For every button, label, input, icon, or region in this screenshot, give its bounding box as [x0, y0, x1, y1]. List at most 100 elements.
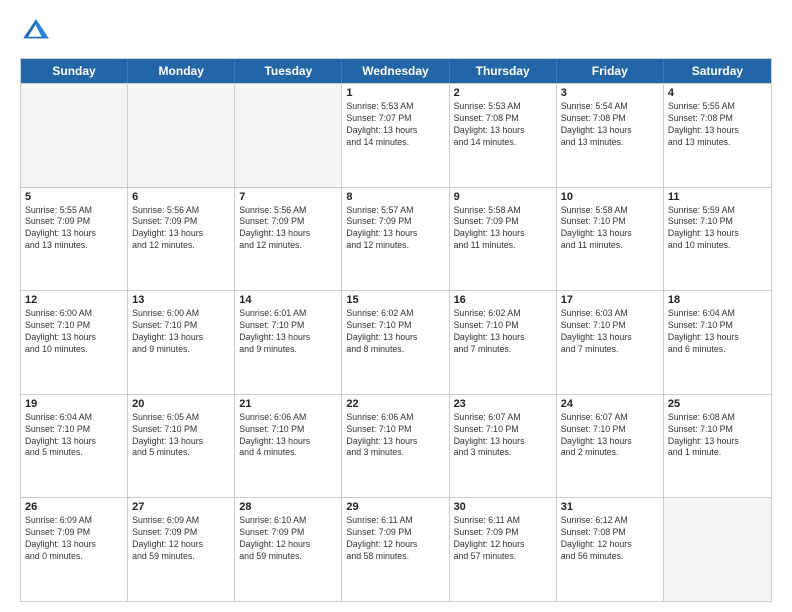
day-number: 20 — [132, 398, 230, 410]
header-day: Friday — [557, 59, 664, 83]
day-number: 11 — [668, 191, 767, 203]
cell-info: Sunrise: 5:57 AM Sunset: 7:09 PM Dayligh… — [346, 205, 444, 253]
day-number: 28 — [239, 501, 337, 513]
cell-info: Sunrise: 5:59 AM Sunset: 7:10 PM Dayligh… — [668, 205, 767, 253]
cell-info: Sunrise: 6:05 AM Sunset: 7:10 PM Dayligh… — [132, 412, 230, 460]
header-day: Saturday — [664, 59, 771, 83]
calendar-cell: 21 Sunrise: 6:06 AM Sunset: 7:10 PM Dayli… — [235, 395, 342, 498]
calendar-cell: 30 Sunrise: 6:11 AM Sunset: 7:09 PM Dayli… — [450, 498, 557, 601]
calendar-cell: 10 Sunrise: 5:58 AM Sunset: 7:10 PM Dayli… — [557, 188, 664, 291]
calendar-cell: 6 Sunrise: 5:56 AM Sunset: 7:09 PM Daylig… — [128, 188, 235, 291]
cell-info: Sunrise: 6:00 AM Sunset: 7:10 PM Dayligh… — [25, 308, 123, 356]
cell-info: Sunrise: 6:11 AM Sunset: 7:09 PM Dayligh… — [454, 515, 552, 563]
cell-info: Sunrise: 6:07 AM Sunset: 7:10 PM Dayligh… — [561, 412, 659, 460]
header-day: Monday — [128, 59, 235, 83]
day-number: 14 — [239, 294, 337, 306]
calendar: SundayMondayTuesdayWednesdayThursdayFrid… — [20, 58, 772, 602]
day-number: 16 — [454, 294, 552, 306]
calendar-cell: 28 Sunrise: 6:10 AM Sunset: 7:09 PM Dayli… — [235, 498, 342, 601]
cell-info: Sunrise: 5:56 AM Sunset: 7:09 PM Dayligh… — [132, 205, 230, 253]
cell-info: Sunrise: 6:04 AM Sunset: 7:10 PM Dayligh… — [25, 412, 123, 460]
day-number: 21 — [239, 398, 337, 410]
calendar-cell: 27Sunrise: 6:09 AM Sunset: 7:09 PM Dayli… — [128, 498, 235, 601]
calendar-cell: 17Sunrise: 6:03 AM Sunset: 7:10 PM Dayli… — [557, 291, 664, 394]
calendar-cell: 15Sunrise: 6:02 AM Sunset: 7:10 PM Dayli… — [342, 291, 449, 394]
page: SundayMondayTuesdayWednesdayThursdayFrid… — [0, 0, 792, 612]
cell-info: Sunrise: 6:09 AM Sunset: 7:09 PM Dayligh… — [132, 515, 230, 563]
day-number: 24 — [561, 398, 659, 410]
cell-info: Sunrise: 6:00 AM Sunset: 7:10 PM Dayligh… — [132, 308, 230, 356]
cell-info: Sunrise: 5:53 AM Sunset: 7:07 PM Dayligh… — [346, 101, 444, 149]
cell-info: Sunrise: 6:04 AM Sunset: 7:10 PM Dayligh… — [668, 308, 767, 356]
day-number: 9 — [454, 191, 552, 203]
header-day: Sunday — [21, 59, 128, 83]
cell-info: Sunrise: 6:01 AM Sunset: 7:10 PM Dayligh… — [239, 308, 337, 356]
header-day: Thursday — [450, 59, 557, 83]
cell-info: Sunrise: 6:10 AM Sunset: 7:09 PM Dayligh… — [239, 515, 337, 563]
calendar-cell: 16 Sunrise: 6:02 AM Sunset: 7:10 PM Dayli… — [450, 291, 557, 394]
header-day: Wednesday — [342, 59, 449, 83]
day-number: 18 — [668, 294, 767, 306]
cell-info: Sunrise: 5:55 AM Sunset: 7:08 PM Dayligh… — [668, 101, 767, 149]
calendar-cell — [664, 498, 771, 601]
calendar-row: 19Sunrise: 6:04 AM Sunset: 7:10 PM Dayli… — [21, 394, 771, 498]
calendar-cell: 7Sunrise: 5:56 AM Sunset: 7:09 PM Daylig… — [235, 188, 342, 291]
calendar-cell: 22 Sunrise: 6:06 AM Sunset: 7:10 PM Dayli… — [342, 395, 449, 498]
day-number: 15 — [346, 294, 444, 306]
day-number: 1 — [346, 87, 444, 99]
cell-info: Sunrise: 5:53 AM Sunset: 7:08 PM Dayligh… — [454, 101, 552, 149]
calendar-cell: 13 Sunrise: 6:00 AM Sunset: 7:10 PM Dayli… — [128, 291, 235, 394]
day-number: 3 — [561, 87, 659, 99]
day-number: 23 — [454, 398, 552, 410]
cell-info: Sunrise: 6:09 AM Sunset: 7:09 PM Dayligh… — [25, 515, 123, 563]
day-number: 4 — [668, 87, 767, 99]
cell-info: Sunrise: 5:58 AM Sunset: 7:10 PM Dayligh… — [561, 205, 659, 253]
calendar-cell: 29 Sunrise: 6:11 AM Sunset: 7:09 PM Dayli… — [342, 498, 449, 601]
calendar-cell: 8 Sunrise: 5:57 AM Sunset: 7:09 PM Daylig… — [342, 188, 449, 291]
day-number: 13 — [132, 294, 230, 306]
cell-info: Sunrise: 6:06 AM Sunset: 7:10 PM Dayligh… — [346, 412, 444, 460]
calendar-cell: 25 Sunrise: 6:08 AM Sunset: 7:10 PM Dayli… — [664, 395, 771, 498]
cell-info: Sunrise: 5:56 AM Sunset: 7:09 PM Dayligh… — [239, 205, 337, 253]
day-number: 29 — [346, 501, 444, 513]
day-number: 5 — [25, 191, 123, 203]
day-number: 22 — [346, 398, 444, 410]
calendar-cell — [21, 84, 128, 187]
cell-info: Sunrise: 6:06 AM Sunset: 7:10 PM Dayligh… — [239, 412, 337, 460]
calendar-cell: 11 Sunrise: 5:59 AM Sunset: 7:10 PM Dayli… — [664, 188, 771, 291]
day-number: 30 — [454, 501, 552, 513]
calendar-cell: 19Sunrise: 6:04 AM Sunset: 7:10 PM Dayli… — [21, 395, 128, 498]
cell-info: Sunrise: 6:03 AM Sunset: 7:10 PM Dayligh… — [561, 308, 659, 356]
cell-info: Sunrise: 6:08 AM Sunset: 7:10 PM Dayligh… — [668, 412, 767, 460]
calendar-cell: 3 Sunrise: 5:54 AM Sunset: 7:08 PM Daylig… — [557, 84, 664, 187]
calendar-cell: 2Sunrise: 5:53 AM Sunset: 7:08 PM Daylig… — [450, 84, 557, 187]
header — [20, 16, 772, 48]
calendar-body: 1 Sunrise: 5:53 AM Sunset: 7:07 PM Daylig… — [21, 83, 771, 601]
day-number: 25 — [668, 398, 767, 410]
calendar-cell: 5 Sunrise: 5:55 AM Sunset: 7:09 PM Daylig… — [21, 188, 128, 291]
logo-icon — [20, 16, 52, 48]
day-number: 6 — [132, 191, 230, 203]
day-number: 26 — [25, 501, 123, 513]
cell-info: Sunrise: 5:55 AM Sunset: 7:09 PM Dayligh… — [25, 205, 123, 253]
calendar-cell: 26 Sunrise: 6:09 AM Sunset: 7:09 PM Dayli… — [21, 498, 128, 601]
cell-info: Sunrise: 6:12 AM Sunset: 7:08 PM Dayligh… — [561, 515, 659, 563]
calendar-cell: 18 Sunrise: 6:04 AM Sunset: 7:10 PM Dayli… — [664, 291, 771, 394]
cell-info: Sunrise: 6:07 AM Sunset: 7:10 PM Dayligh… — [454, 412, 552, 460]
cell-info: Sunrise: 6:02 AM Sunset: 7:10 PM Dayligh… — [454, 308, 552, 356]
calendar-row: 12 Sunrise: 6:00 AM Sunset: 7:10 PM Dayli… — [21, 290, 771, 394]
day-number: 10 — [561, 191, 659, 203]
day-number: 12 — [25, 294, 123, 306]
calendar-cell: 4 Sunrise: 5:55 AM Sunset: 7:08 PM Daylig… — [664, 84, 771, 187]
calendar-cell: 9Sunrise: 5:58 AM Sunset: 7:09 PM Daylig… — [450, 188, 557, 291]
cell-info: Sunrise: 5:54 AM Sunset: 7:08 PM Dayligh… — [561, 101, 659, 149]
cell-info: Sunrise: 6:11 AM Sunset: 7:09 PM Dayligh… — [346, 515, 444, 563]
calendar-cell: 1 Sunrise: 5:53 AM Sunset: 7:07 PM Daylig… — [342, 84, 449, 187]
logo — [20, 16, 54, 48]
calendar-cell: 24 Sunrise: 6:07 AM Sunset: 7:10 PM Dayli… — [557, 395, 664, 498]
calendar-cell: 20 Sunrise: 6:05 AM Sunset: 7:10 PM Dayli… — [128, 395, 235, 498]
day-number: 8 — [346, 191, 444, 203]
calendar-row: 1 Sunrise: 5:53 AM Sunset: 7:07 PM Daylig… — [21, 83, 771, 187]
calendar-cell: 31Sunrise: 6:12 AM Sunset: 7:08 PM Dayli… — [557, 498, 664, 601]
calendar-header: SundayMondayTuesdayWednesdayThursdayFrid… — [21, 59, 771, 83]
